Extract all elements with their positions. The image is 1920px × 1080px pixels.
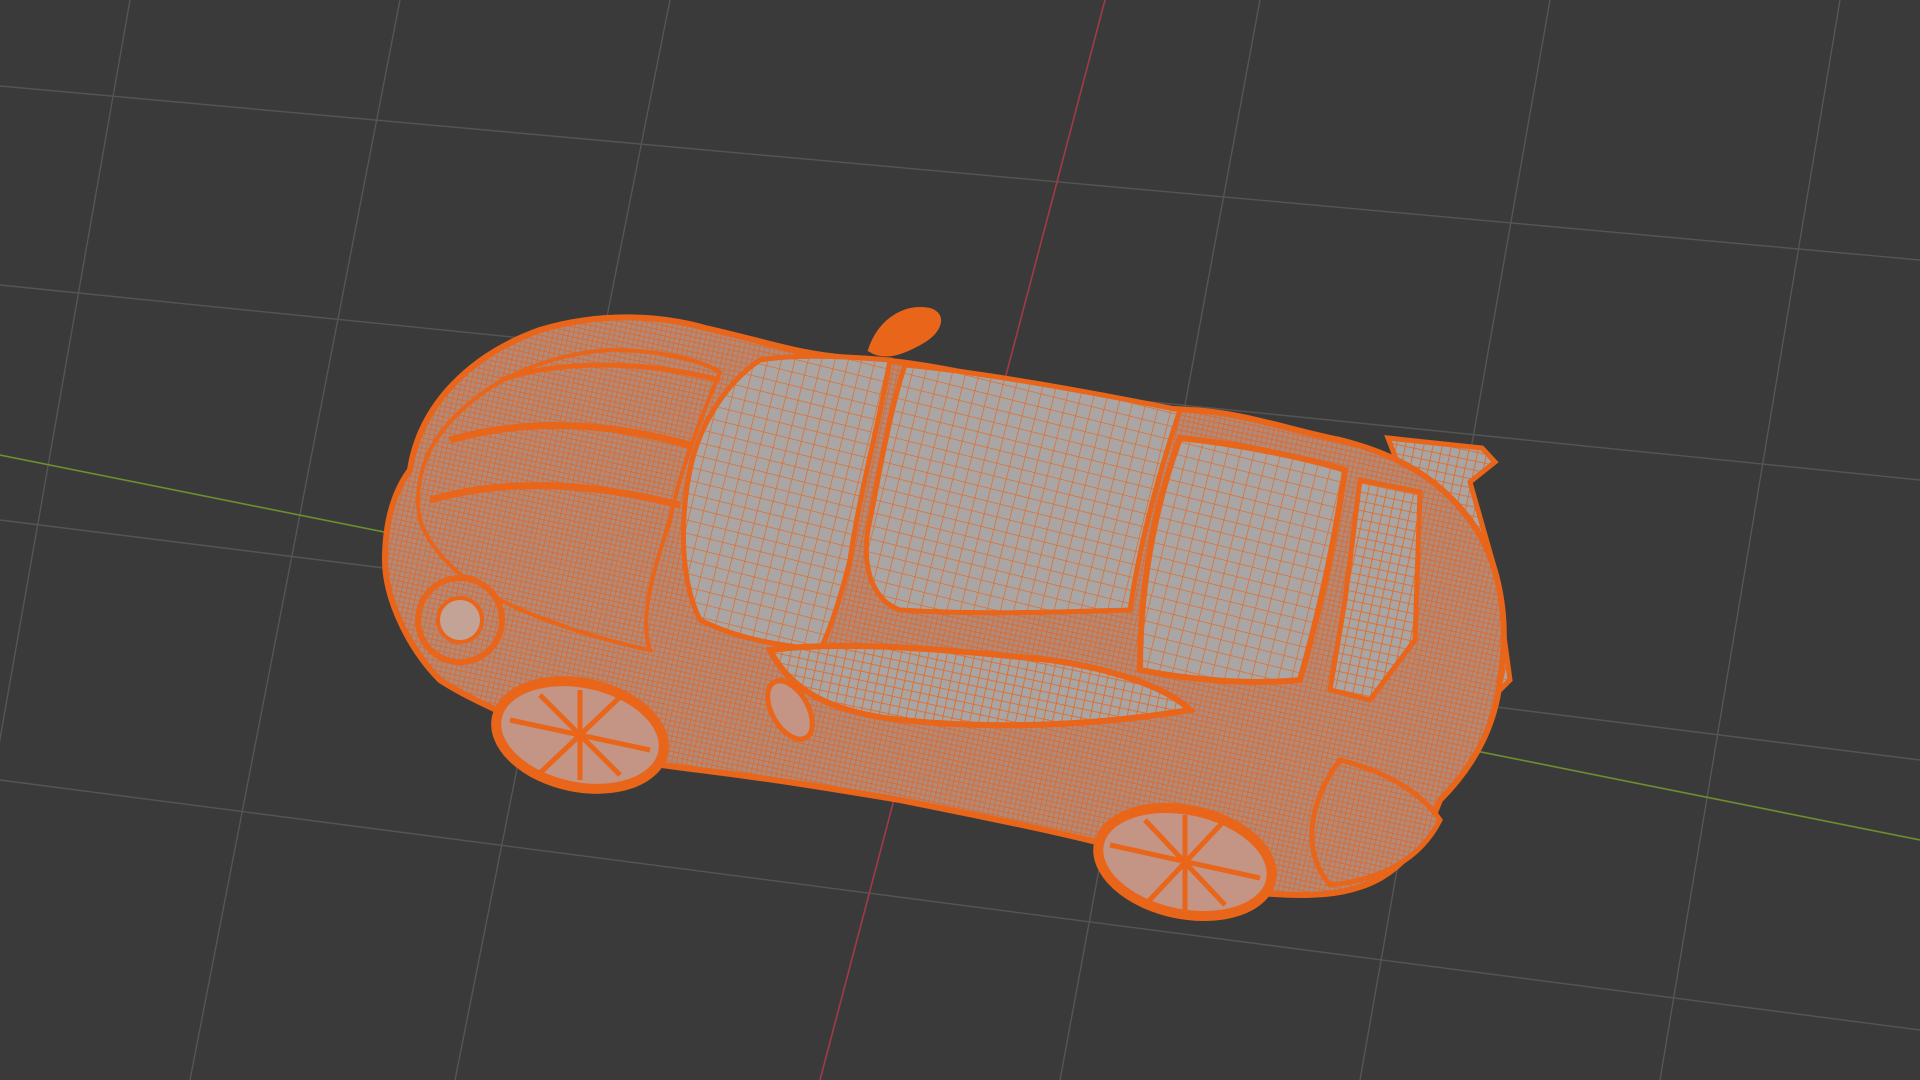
side-mirror — [867, 307, 941, 357]
roof — [863, 362, 1184, 616]
car-mesh-icon[interactable] — [381, 307, 1513, 931]
3d-viewport[interactable] — [0, 0, 1920, 1080]
